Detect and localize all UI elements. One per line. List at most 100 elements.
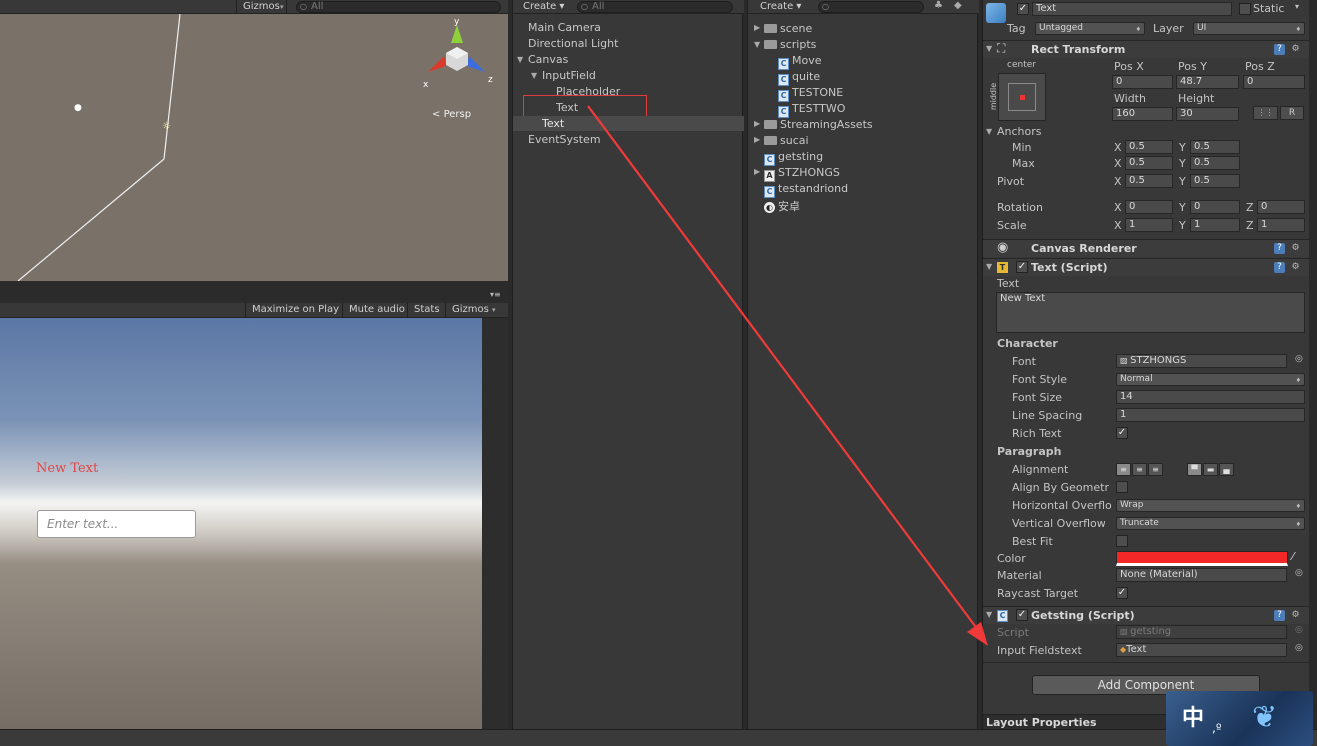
vertical-overflow-dropdown[interactable]: Truncate	[1116, 517, 1305, 530]
color-swatch[interactable]	[1116, 551, 1288, 566]
object-name-field[interactable]: Text	[1032, 2, 1232, 16]
align-by-geometry-checkbox[interactable]	[1116, 481, 1128, 493]
project-item-testone[interactable]: C TESTONE	[778, 86, 843, 102]
light-gizmo-icon[interactable]: ☼	[162, 121, 171, 132]
align-right-button[interactable]: ≡	[1148, 463, 1163, 476]
align-bottom-button[interactable]: ▄	[1219, 463, 1234, 476]
font-size-field[interactable]: 14	[1116, 390, 1305, 404]
line-spacing-field[interactable]: 1	[1116, 408, 1305, 422]
canvas-expand-icon[interactable]: ▼	[517, 55, 523, 64]
game-input-field[interactable]: Enter text...	[37, 510, 196, 538]
text-script-header[interactable]: ▼ T ✓ Text (Script) ? ⚙	[983, 258, 1310, 276]
eyedropper-icon[interactable]: ⁄	[1292, 550, 1294, 563]
settings-gear-icon[interactable]: ⚙	[1290, 262, 1301, 273]
align-center-button[interactable]: ≡	[1132, 463, 1147, 476]
hierarchy-create-button[interactable]: Create ▾	[517, 0, 570, 14]
material-field[interactable]: None (Material)	[1116, 568, 1287, 582]
settings-gear-icon[interactable]: ⚙	[1290, 44, 1301, 55]
rect-transform-fold-icon[interactable]: ▼	[986, 44, 992, 53]
text-script-enabled-checkbox[interactable]: ✓	[1016, 261, 1028, 273]
hierarchy-item-directional-light[interactable]: Directional Light	[528, 37, 618, 50]
project-item-getsting[interactable]: Cgetsting	[764, 150, 823, 166]
streamingassets-expand-icon[interactable]: ▶	[754, 119, 760, 128]
maximize-on-play-toggle[interactable]: Maximize on Play	[245, 303, 345, 317]
scale-x-field[interactable]: 1	[1125, 218, 1173, 232]
project-item-testandriond[interactable]: Ctestandriond	[764, 182, 848, 198]
help-book-icon[interactable]: ?	[1274, 610, 1285, 621]
anchors-fold-icon[interactable]: ▼	[986, 127, 992, 136]
project-item-android-scene[interactable]: ◐ 安卓	[764, 198, 800, 214]
scene-gizmos-dropdown-icon[interactable]: ▾	[280, 0, 284, 14]
rect-transform-header[interactable]: ▼ ⛶ Rect Transform ? ⚙	[983, 40, 1310, 58]
project-create-button[interactable]: Create ▾	[754, 0, 807, 14]
ime-widget[interactable]: 中 ,º ❦	[1166, 691, 1313, 746]
hierarchy-item-eventsystem[interactable]: EventSystem	[528, 133, 601, 146]
scene-view[interactable]: ☼ ● y x z < Persp	[0, 14, 508, 281]
filter-by-type-icon[interactable]: ♣	[934, 0, 943, 11]
rich-text-checkbox[interactable]: ✓	[1116, 427, 1128, 439]
hierarchy-search-input[interactable]: All	[577, 1, 733, 13]
font-field[interactable]: ▨ STZHONGS	[1116, 354, 1287, 368]
scene-folder-expand-icon[interactable]: ▶	[754, 23, 760, 32]
settings-gear-icon[interactable]: ⚙	[1290, 243, 1301, 254]
width-field[interactable]: 160	[1112, 107, 1173, 121]
scripts-folder-expand-icon[interactable]: ▼	[754, 40, 760, 49]
inputfield-expand-icon[interactable]: ▼	[531, 71, 537, 80]
static-dropdown-icon[interactable]: ▾	[1295, 2, 1299, 11]
pivot-y-field[interactable]: 0.5	[1190, 174, 1240, 188]
project-item-scripts[interactable]: scripts	[764, 38, 816, 51]
pivot-x-field[interactable]: 0.5	[1125, 174, 1173, 188]
hierarchy-item-canvas[interactable]: Canvas	[528, 53, 568, 66]
scene-search-input[interactable]: All	[296, 1, 501, 13]
help-book-icon[interactable]: ?	[1274, 243, 1285, 254]
align-middle-button[interactable]: ▬	[1203, 463, 1218, 476]
tag-dropdown[interactable]: Untagged	[1035, 22, 1145, 35]
input-fieldstext-picker-icon[interactable]: ◎	[1295, 643, 1303, 653]
rotation-y-field[interactable]: 0	[1190, 200, 1240, 214]
active-checkbox[interactable]: ✓	[1017, 3, 1029, 15]
horizontal-overflow-dropdown[interactable]: Wrap	[1116, 499, 1305, 512]
mute-audio-toggle[interactable]: Mute audio	[342, 303, 411, 317]
align-top-button[interactable]: ▀	[1187, 463, 1202, 476]
project-item-streamingassets[interactable]: StreamingAssets	[764, 118, 873, 131]
best-fit-checkbox[interactable]	[1116, 535, 1128, 547]
hierarchy-item-main-camera[interactable]: Main Camera	[528, 21, 601, 34]
project-item-move[interactable]: C Move	[778, 54, 822, 70]
game-view[interactable]: New Text Enter text...	[0, 318, 482, 729]
project-search-input[interactable]	[818, 1, 924, 13]
getsting-fold-icon[interactable]: ▼	[986, 610, 992, 619]
align-left-button[interactable]: ≡	[1116, 463, 1131, 476]
anchor-min-y-field[interactable]: 0.5	[1190, 140, 1240, 154]
stzhongs-expand-icon[interactable]: ▶	[754, 167, 760, 176]
scale-z-field[interactable]: 1	[1257, 218, 1305, 232]
panel-menu-icon[interactable]: ▾≡	[490, 290, 501, 299]
persp-label[interactable]: < Persp	[432, 109, 471, 120]
inspector-scrollbar[interactable]	[1309, 0, 1317, 729]
raw-edit-button[interactable]: R	[1280, 106, 1304, 120]
help-book-icon[interactable]: ?	[1274, 44, 1285, 55]
anchor-min-x-field[interactable]: 0.5	[1125, 140, 1173, 154]
project-item-quite[interactable]: Cquite	[778, 70, 820, 86]
getsting-enabled-checkbox[interactable]: ✓	[1016, 609, 1028, 621]
rotation-x-field[interactable]: 0	[1125, 200, 1173, 214]
camera-gizmo-icon[interactable]: ●	[74, 103, 82, 113]
material-picker-icon[interactable]: ◎	[1295, 568, 1303, 578]
layer-dropdown[interactable]: UI	[1193, 22, 1305, 35]
sucai-expand-icon[interactable]: ▶	[754, 135, 760, 144]
project-item-testtwo[interactable]: C TESTTWO	[778, 102, 845, 118]
anchor-max-x-field[interactable]: 0.5	[1125, 156, 1173, 170]
raycast-target-checkbox[interactable]: ✓	[1116, 587, 1128, 599]
game-gizmos-button[interactable]: Gizmos	[445, 303, 495, 317]
getsting-script-header[interactable]: ▼ C ✓ Getsting (Script) ? ⚙	[983, 606, 1310, 624]
posy-field[interactable]: 48.7	[1176, 75, 1239, 89]
anchor-max-y-field[interactable]: 0.5	[1190, 156, 1240, 170]
hierarchy-item-text[interactable]: Text	[542, 117, 564, 130]
font-picker-icon[interactable]: ◎	[1295, 354, 1303, 364]
rotation-z-field[interactable]: 0	[1257, 200, 1305, 214]
stats-toggle[interactable]: Stats	[407, 303, 446, 317]
canvas-renderer-header[interactable]: ◉ Canvas Renderer ? ⚙	[983, 239, 1310, 257]
game-gizmos-dropdown-icon[interactable]: ▾	[492, 303, 496, 317]
anchor-preset-button[interactable]	[998, 73, 1046, 121]
text-script-fold-icon[interactable]: ▼	[986, 262, 992, 271]
input-fieldstext-field[interactable]: ◆Text	[1116, 643, 1287, 657]
